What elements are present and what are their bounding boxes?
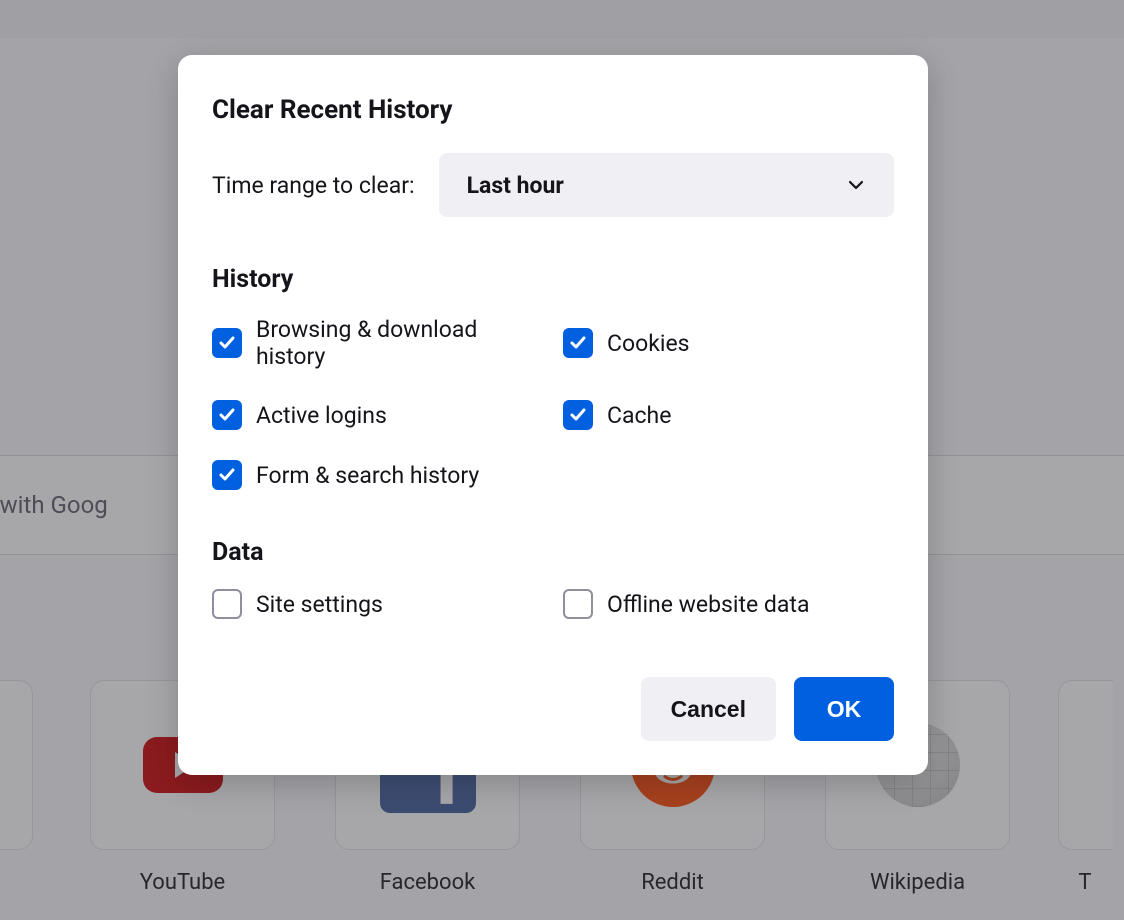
checkbox-cookies: Cookies xyxy=(563,316,894,370)
ok-button[interactable]: OK xyxy=(794,677,894,741)
history-section-heading: History xyxy=(212,265,894,294)
checkbox-label: Cookies xyxy=(607,330,690,357)
checkbox-input[interactable] xyxy=(563,328,593,358)
time-range-value: Last hour xyxy=(467,172,564,199)
data-checkbox-grid: Site settings Offline website data xyxy=(212,589,894,619)
checkbox-input[interactable] xyxy=(212,400,242,430)
dialog-title: Clear Recent History xyxy=(212,95,894,125)
checkbox-cache: Cache xyxy=(563,400,894,430)
checkbox-label: Form & search history xyxy=(256,462,479,489)
checkbox-label: Cache xyxy=(607,402,671,429)
checkbox-input[interactable] xyxy=(212,460,242,490)
time-range-label: Time range to clear: xyxy=(212,172,415,199)
checkbox-input[interactable] xyxy=(212,589,242,619)
data-section-heading: Data xyxy=(212,538,894,567)
checkbox-label: Site settings xyxy=(256,591,383,618)
checkbox-input[interactable] xyxy=(563,400,593,430)
checkbox-label: Offline website data xyxy=(607,591,809,618)
checkbox-form-search-history: Form & search history xyxy=(212,460,543,490)
time-range-select[interactable]: Last hour xyxy=(439,153,894,217)
checkbox-label: Active logins xyxy=(256,402,387,429)
history-checkbox-grid: Browsing & download history Cookies Acti… xyxy=(212,316,894,490)
checkbox-label: Browsing & download history xyxy=(256,316,543,370)
dialog-button-row: Cancel OK xyxy=(212,677,894,741)
time-range-row: Time range to clear: Last hour xyxy=(212,153,894,217)
checkbox-offline-website-data: Offline website data xyxy=(563,589,894,619)
chevron-down-icon xyxy=(846,175,866,195)
checkbox-input[interactable] xyxy=(563,589,593,619)
checkbox-input[interactable] xyxy=(212,328,242,358)
checkbox-site-settings: Site settings xyxy=(212,589,543,619)
cancel-button[interactable]: Cancel xyxy=(641,677,776,741)
checkbox-browsing-download-history: Browsing & download history xyxy=(212,316,543,370)
checkbox-active-logins: Active logins xyxy=(212,400,543,430)
clear-history-dialog: Clear Recent History Time range to clear… xyxy=(178,55,928,775)
